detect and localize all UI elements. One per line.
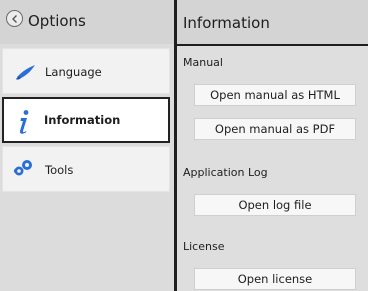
open-log-file-button[interactable]: Open log file: [194, 194, 356, 216]
content-header: Information: [177, 0, 368, 44]
sidebar-item-language[interactable]: Language: [2, 48, 170, 94]
back-button[interactable]: [6, 10, 23, 27]
open-license-button[interactable]: Open license: [194, 268, 356, 290]
section-label-application-log: Application Log: [183, 166, 268, 179]
open-manual-html-button[interactable]: Open manual as HTML: [194, 84, 356, 106]
sidebar-item-label: Language: [45, 65, 102, 79]
page-title: Information: [183, 14, 270, 32]
chevron-left-icon: [12, 15, 17, 23]
brush-icon: [16, 65, 35, 80]
sidebar-header: Options: [0, 0, 174, 44]
section-label-manual: Manual: [183, 56, 223, 69]
tools-icon: [14, 160, 32, 176]
sidebar-item-tools[interactable]: Tools: [2, 146, 170, 192]
sidebar-item-label: Tools: [45, 163, 74, 177]
sidebar-title: Options: [28, 12, 86, 30]
section-label-license: License: [183, 240, 225, 253]
sidebar-item-label: Information: [44, 113, 121, 127]
open-manual-pdf-button[interactable]: Open manual as PDF: [194, 118, 356, 140]
content-panel: Information Manual Open manual as HTML O…: [177, 0, 368, 291]
header-separator: [177, 44, 368, 46]
info-icon: [19, 110, 29, 134]
sidebar-item-information[interactable]: Information: [2, 97, 170, 143]
sidebar: Options Language Information Tools: [0, 0, 174, 291]
